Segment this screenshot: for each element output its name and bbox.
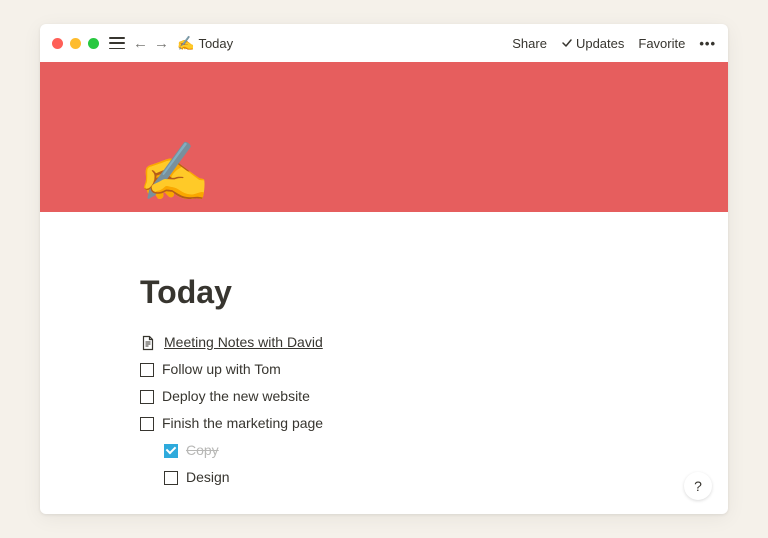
favorite-button[interactable]: Favorite xyxy=(638,36,685,51)
sidebar-toggle-icon[interactable] xyxy=(109,37,125,49)
page-title[interactable]: Today xyxy=(140,274,628,311)
page-icon[interactable]: ✍️ xyxy=(138,144,210,202)
check-icon xyxy=(561,37,573,49)
checkbox[interactable] xyxy=(140,363,154,377)
updates-button[interactable]: Updates xyxy=(561,36,624,51)
todo-label: Deploy the new website xyxy=(162,386,310,407)
more-menu-icon[interactable]: ••• xyxy=(699,36,716,51)
checkbox[interactable] xyxy=(140,390,154,404)
forward-button[interactable]: → xyxy=(154,35,169,52)
todo-row[interactable]: Finish the marketing page xyxy=(140,410,628,437)
updates-label: Updates xyxy=(576,36,624,51)
share-button[interactable]: Share xyxy=(512,36,547,51)
page-link-label: Meeting Notes with David xyxy=(164,332,323,353)
page-icon-small xyxy=(140,335,156,351)
page-link-row[interactable]: Meeting Notes with David xyxy=(140,329,628,356)
todo-label: Design xyxy=(186,467,230,488)
breadcrumb-title: Today xyxy=(198,36,233,51)
minimize-window-button[interactable] xyxy=(70,38,81,49)
todo-row[interactable]: Deploy the new website xyxy=(140,383,628,410)
toolbar: ← → ✍️ Today Share Updates Favorite ••• xyxy=(40,24,728,62)
checkbox[interactable] xyxy=(164,471,178,485)
todo-label: Follow up with Tom xyxy=(162,359,281,380)
nav-arrows: ← → xyxy=(133,35,169,52)
help-button[interactable]: ? xyxy=(684,472,712,500)
close-window-button[interactable] xyxy=(52,38,63,49)
todo-row[interactable]: Copy xyxy=(140,437,628,464)
page-content: Today Meeting Notes with David Follow up… xyxy=(40,212,728,511)
breadcrumb[interactable]: ✍️ Today xyxy=(177,35,233,52)
checkbox-checked[interactable] xyxy=(164,444,178,458)
window-controls xyxy=(52,38,99,49)
todo-row[interactable]: Follow up with Tom xyxy=(140,356,628,383)
todo-row[interactable]: Design xyxy=(140,464,628,491)
back-button[interactable]: ← xyxy=(133,35,148,52)
checkbox[interactable] xyxy=(140,417,154,431)
maximize-window-button[interactable] xyxy=(88,38,99,49)
todo-label: Finish the marketing page xyxy=(162,413,323,434)
app-window: ← → ✍️ Today Share Updates Favorite ••• … xyxy=(40,24,728,514)
toolbar-right: Share Updates Favorite ••• xyxy=(512,36,716,51)
todo-label: Copy xyxy=(186,440,219,461)
breadcrumb-icon: ✍️ xyxy=(177,35,194,52)
